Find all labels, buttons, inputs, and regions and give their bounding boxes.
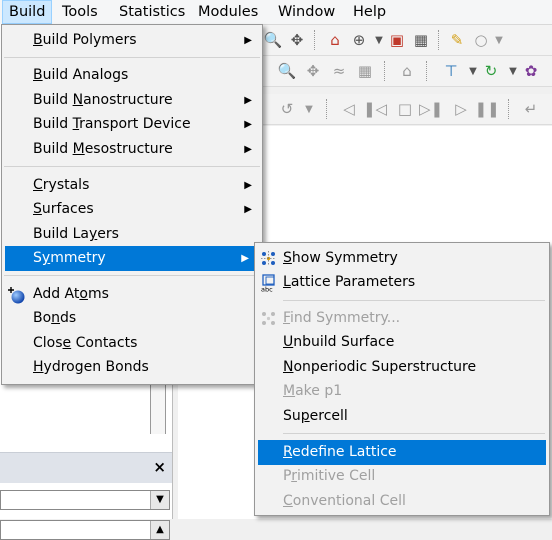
panel-header: × [0, 452, 172, 483]
play-icon[interactable]: ▷ [450, 98, 472, 120]
toolbar-separator [326, 99, 328, 119]
submenu-arrow-icon: ▶ [244, 144, 252, 155]
pause-icon[interactable]: ❚❚ [474, 98, 499, 120]
menu-tools[interactable]: Tools [56, 0, 104, 24]
menu-separator [4, 275, 260, 276]
menu-item-primitive-cell: Primitive Cell [283, 468, 376, 484]
menu-item-lattice-parameters[interactable]: abc Lattice Parameters [255, 270, 549, 295]
toolbar-2: 🔍 ✥ ≈ ▦ ⌂ ⊤ ▼ ↻ ▼ ✿ [262, 56, 552, 87]
menu-separator [283, 433, 545, 434]
symmetry-dots-icon [262, 312, 275, 325]
symmetry-dots-icon [261, 251, 276, 266]
camera-icon[interactable]: ▦ [410, 29, 432, 51]
svg-text:abc: abc [261, 286, 273, 293]
dimension-icon[interactable]: ⊤ [440, 60, 462, 82]
lattice-abc-icon: abc [261, 274, 275, 293]
chevron-down-icon[interactable]: ▼ [488, 29, 510, 51]
toolbar-separator [426, 61, 428, 81]
menu-build[interactable]: Build [2, 0, 53, 24]
menu-item-hydrogen-bonds[interactable]: Hydrogen Bonds [2, 355, 262, 380]
chevron-down-icon[interactable]: ▼ [150, 491, 169, 509]
menu-item-supercell[interactable]: Supercell [255, 404, 549, 429]
menu-item-add-atoms[interactable]: Add Atoms [2, 282, 262, 307]
submenu-arrow-icon: ▶ [244, 35, 252, 46]
menu-item-unbuild-surface[interactable]: Unbuild Surface [255, 330, 549, 355]
menu-bar: Build Tools Statistics Modules Window He… [0, 0, 552, 25]
submenu-arrow-icon: ▶ [244, 95, 252, 106]
chevron-up-icon[interactable]: ▲ [150, 521, 169, 539]
toolbar-separator [508, 99, 510, 119]
menu-item-build-transport-device[interactable]: Build Transport Device ▶ [2, 112, 262, 137]
home-outline-icon[interactable]: ⌂ [396, 60, 418, 82]
menu-item-build-analogs[interactable]: Build Analogs [2, 63, 262, 88]
previous-frame-icon[interactable]: ❚◁ [363, 98, 387, 120]
toolbar-separator [314, 30, 316, 50]
menu-window[interactable]: Window [272, 0, 341, 24]
menu-item-bonds[interactable]: Bonds [2, 306, 262, 331]
menu-item-build-nanostructure[interactable]: Build Nanostructure ▶ [2, 88, 262, 113]
stop-icon[interactable]: □ [394, 98, 416, 120]
toolbar-separator [384, 61, 386, 81]
chevron-down-icon[interactable]: ▼ [298, 98, 320, 120]
menu-item-build-layers[interactable]: Build Layers [2, 222, 262, 247]
move-icon[interactable]: ✥ [302, 60, 324, 82]
menu-item-redefine-lattice[interactable]: Redefine Lattice [258, 440, 546, 465]
target-icon[interactable]: ⊕ [348, 29, 370, 51]
menu-item-symmetry[interactable]: Symmetry ▶ [5, 246, 259, 271]
menu-item-show-symmetry[interactable]: Show Symmetry [255, 246, 549, 271]
export-icon[interactable]: ↵ [520, 98, 542, 120]
pan-icon[interactable]: ✥ [286, 29, 308, 51]
first-frame-icon[interactable]: ◁ [338, 98, 360, 120]
submenu-arrow-icon: ▶ [244, 204, 252, 215]
molecule-icon[interactable]: ✿ [520, 60, 542, 82]
menu-item-build-mesostructure[interactable]: Build Mesostructure ▶ [2, 137, 262, 162]
menu-item-conventional-cell: Conventional Cell [283, 493, 406, 509]
toolbar-1: 🔍 ✥ ⌂ ⊕ ▼ ▣ ▦ ✎ ○ ▼ [262, 25, 552, 56]
menu-item-build-polymers[interactable]: Build Polymers ▶ [2, 28, 262, 53]
menu-item-crystals[interactable]: Crystals ▶ [2, 173, 262, 198]
menu-separator [283, 300, 545, 301]
zoom-icon[interactable]: 🔍 [262, 29, 284, 51]
rotate-view-icon[interactable]: ↺ [276, 98, 298, 120]
pencil-icon[interactable]: ✎ [446, 29, 468, 51]
submenu-arrow-icon: ▶ [244, 119, 252, 130]
menu-separator [4, 166, 260, 167]
menu-help[interactable]: Help [347, 0, 392, 24]
menu-modules[interactable]: Modules [192, 0, 264, 24]
next-frame-icon[interactable]: ▷❚ [419, 98, 443, 120]
symmetry-submenu: Show Symmetry abc Lattice Parameters Fin… [254, 242, 550, 516]
menu-item-find-symmetry: Find Symmetry... [255, 306, 549, 331]
toolbar-separator [438, 30, 440, 50]
menu-statistics[interactable]: Statistics [113, 0, 191, 24]
build-menu: Build Polymers ▶ Build Analogs Build Nan… [1, 24, 263, 385]
rotate-icon[interactable]: ↻ [480, 60, 502, 82]
grid-icon[interactable]: ▦ [354, 60, 376, 82]
menu-separator [4, 57, 260, 58]
menu-item-surfaces[interactable]: Surfaces ▶ [2, 197, 262, 222]
menu-item-nonperiodic-superstructure[interactable]: Nonperiodic Superstructure [255, 355, 549, 380]
fit-window-icon[interactable]: ▣ [386, 29, 408, 51]
close-icon[interactable]: × [153, 458, 166, 476]
toolbar-3: ↺ ▼ ◁ ❚◁ □ ▷❚ ▷ ❚❚ ↵ [262, 94, 552, 125]
menu-item-close-contacts[interactable]: Close Contacts [2, 331, 262, 356]
home-icon[interactable]: ⌂ [324, 29, 346, 51]
panel-dropdown-2[interactable]: ▲ [0, 520, 170, 540]
submenu-arrow-icon: ▶ [244, 180, 252, 191]
menu-item-make-p1: Make p1 [283, 383, 343, 399]
submenu-arrow-icon: ▶ [241, 253, 249, 264]
search-icon[interactable]: 🔍 [276, 60, 298, 82]
spectrum-icon[interactable]: ≈ [328, 60, 350, 82]
blue-ball-icon [8, 287, 25, 304]
panel-dropdown[interactable]: ▼ [0, 490, 170, 510]
